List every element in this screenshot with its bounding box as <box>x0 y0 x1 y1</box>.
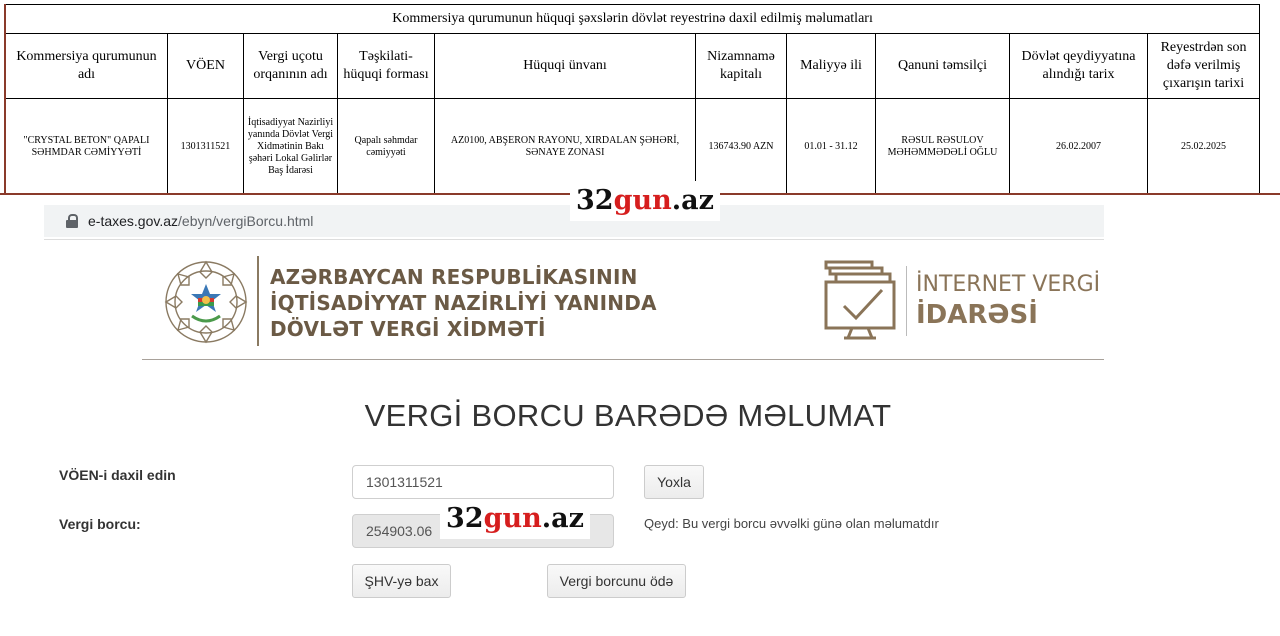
ministry-line-2: İQTİSADİYYAT NAZİRLİYİ YANINDA <box>270 291 657 315</box>
state-emblem-icon <box>164 260 248 344</box>
page-title: VERGİ BORCU BARƏDƏ MƏLUMAT <box>364 398 892 433</box>
check-button[interactable]: Yoxla <box>644 465 704 499</box>
pay-debt-button[interactable]: Vergi borcunu ödə <box>547 564 686 598</box>
ministry-line-1: AZƏRBAYCAN RESPUBLİKASININ <box>270 265 638 289</box>
cell-tax-authority: İqtisadiyyat Nazirliyi yanında Dövlət Ve… <box>243 98 338 195</box>
col-header-fiscal-year: Maliyyə ili <box>786 33 876 99</box>
url-path: /ebyn/vergiBorcu.html <box>178 213 314 229</box>
registry-caption: Kommersiya qurumunun hüquqi şəxslərin dö… <box>4 4 1261 34</box>
ivi-divider <box>906 266 907 336</box>
col-header-voen: VÖEN <box>167 33 244 99</box>
ivi-line-2: İDARƏSİ <box>916 300 1038 330</box>
col-header-capital: Nizamnamə kapitalı <box>695 33 787 99</box>
col-header-name: Kommersiya qurumunun adı <box>5 33 168 99</box>
address-bar-divider <box>44 239 1104 240</box>
internet-tax-office-icon <box>824 260 896 340</box>
watermark-logo: 32gun.az <box>570 181 720 221</box>
col-header-tax-authority: Vergi uçotu orqanının adı <box>243 33 338 99</box>
cell-legal-form: Qapalı səhmdar cəmiyyəti <box>337 98 435 195</box>
col-header-legal-form: Təşkilati-hüquqi forması <box>337 33 435 99</box>
cell-extract-date: 25.02.2025 <box>1146 98 1261 195</box>
registry-table: Kommersiya qurumunun hüquqi şəxslərin dö… <box>4 4 1261 195</box>
voen-input[interactable]: 1301311521 <box>352 465 614 499</box>
col-header-legal-address: Hüquqi ünvanı <box>434 33 696 99</box>
ministry-name: AZƏRBAYCAN RESPUBLİKASININ İQTİSADİYYAT … <box>270 264 657 342</box>
cell-legal-rep: RƏSUL RƏSULOV MƏHƏMMƏDƏLİ OĞLU <box>875 98 1010 195</box>
cell-registration-date: 26.02.2007 <box>1009 98 1148 195</box>
col-header-legal-rep: Qanuni təmsilçi <box>875 33 1010 99</box>
table-border-left <box>4 4 6 195</box>
watermark-logo: 32gun.az <box>440 499 590 539</box>
url-domain: e-taxes.gov.az <box>88 213 179 229</box>
registry-table-container: Kommersiya qurumunun hüquqi şəxslərin dö… <box>4 4 1261 195</box>
ministry-line-3: DÖVLƏT VERGİ XİDMƏTİ <box>270 317 546 341</box>
url-text[interactable]: e-taxes.gov.az/ebyn/vergiBorcu.html <box>88 213 313 229</box>
cell-fiscal-year: 01.01 - 31.12 <box>786 98 876 195</box>
col-header-extract-date: Reyestrdən son dəfə verilmiş çıxarışın t… <box>1146 33 1261 99</box>
cell-voen: 1301311521 <box>167 98 244 195</box>
ivi-line-1: İNTERNET VERGİ <box>916 272 1101 297</box>
cell-company-name: "CRYSTAL BETON" QAPALI SƏHMDAR CƏMİYYƏTİ <box>5 98 168 195</box>
debt-note: Qeyd: Bu vergi borcu əvvəlki günə olan m… <box>644 516 939 531</box>
header-bottom-rule <box>142 359 1104 360</box>
ivi-title: İNTERNET VERGİ İDARƏSİ <box>916 270 1100 330</box>
debt-label: Vergi borcu: <box>59 516 141 532</box>
col-header-registration-date: Dövlət qeydiyyatına alındığı tarix <box>1009 33 1148 99</box>
header-divider <box>257 256 259 346</box>
shv-button[interactable]: ŞHV-yə bax <box>352 564 451 598</box>
lock-icon[interactable] <box>66 214 78 228</box>
voen-label: VÖEN-i daxil edin <box>59 467 176 483</box>
